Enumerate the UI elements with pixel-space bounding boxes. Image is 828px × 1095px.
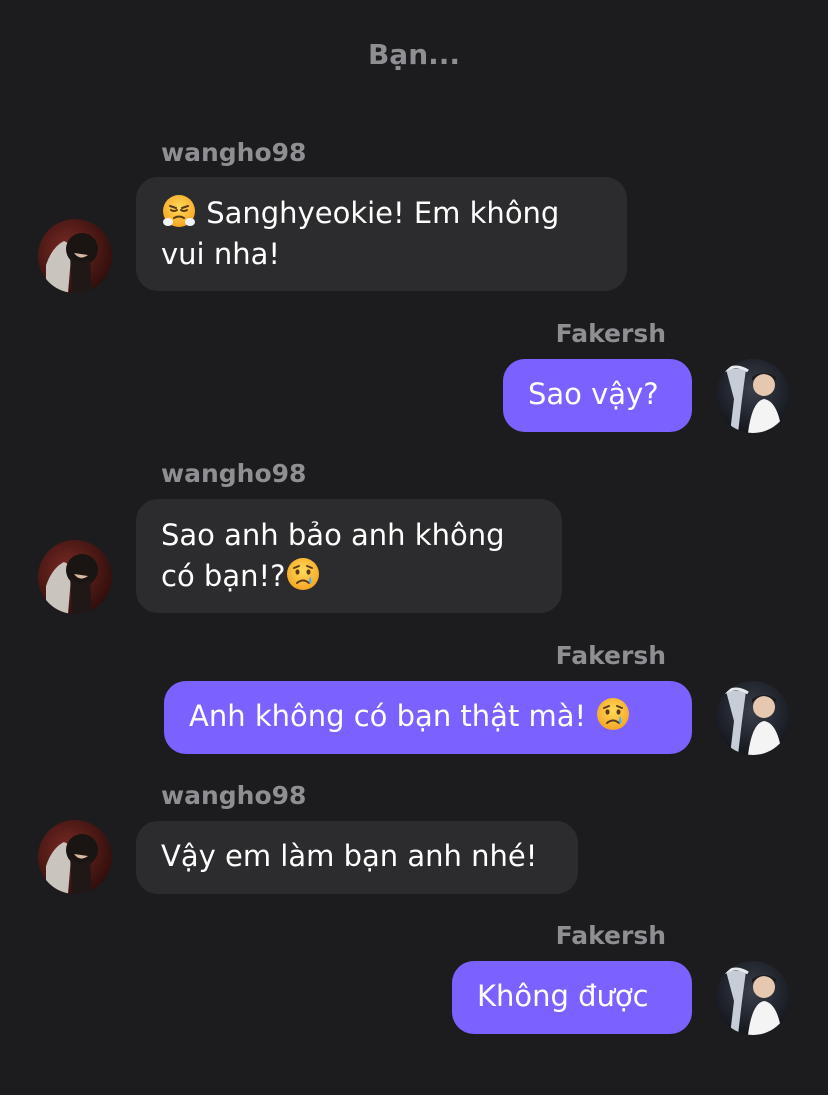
crying-face-emoji (595, 696, 631, 732)
message-sender-label: Fakersh (555, 641, 666, 670)
incoming-message-bubble[interactable]: Vậy em làm bạn anh nhé! (136, 821, 578, 894)
message-text: Vậy em làm bạn anh nhé! (161, 839, 538, 873)
fakersh-avatar[interactable] (716, 681, 790, 755)
face-with-steam-from-nose-emoji (161, 193, 197, 229)
fakersh-avatar[interactable] (716, 961, 790, 1035)
wangho98-avatar[interactable] (38, 219, 112, 293)
wangho98-avatar[interactable] (38, 540, 112, 614)
message-text: Sao anh bảo anh không có bạn!? (161, 518, 505, 593)
chat-title: Bạn... (367, 38, 461, 71)
message-sender-label: Fakersh (555, 921, 666, 950)
message-text: Sao vậy? (528, 377, 659, 411)
message-text: Không được (477, 979, 649, 1013)
wangho98-avatar[interactable] (38, 820, 112, 894)
outgoing-message-bubble[interactable]: Sao vậy? (503, 359, 692, 432)
message-sender-label: wangho98 (161, 138, 307, 167)
message-sender-label: Fakersh (555, 319, 666, 348)
incoming-message-bubble[interactable]: Sanghyeokie! Em không vui nha! (136, 177, 627, 291)
message-sender-label: wangho98 (161, 781, 307, 810)
incoming-message-bubble[interactable]: Sao anh bảo anh không có bạn!? (136, 499, 562, 613)
message-sender-label: wangho98 (161, 459, 307, 488)
message-text: Sanghyeokie! Em không vui nha! (161, 196, 560, 271)
outgoing-message-bubble[interactable]: Anh không có bạn thật mà! (164, 681, 692, 754)
fakersh-avatar[interactable] (716, 359, 790, 433)
outgoing-message-bubble[interactable]: Không được (452, 961, 692, 1034)
crying-face-emoji (285, 556, 321, 592)
message-text: Anh không có bạn thật mà! (189, 699, 587, 733)
